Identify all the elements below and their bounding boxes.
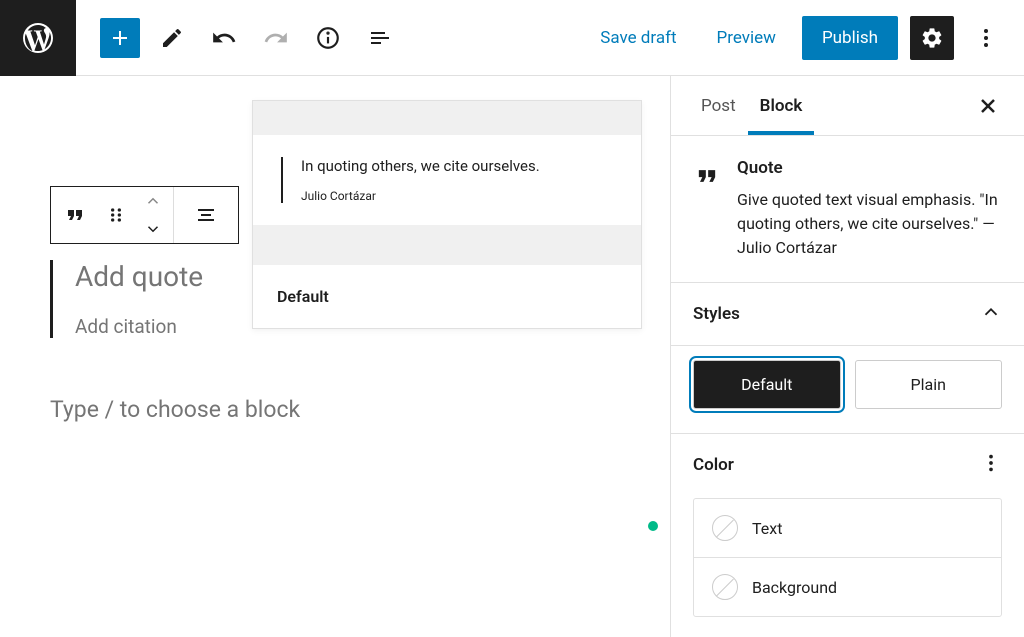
preview-quote: In quoting others, we cite ourselves. Ju… [281, 157, 613, 203]
style-preview-popover: In quoting others, we cite ourselves. Ju… [252, 100, 642, 329]
move-up-button[interactable] [133, 187, 173, 215]
top-toolbar: Save draft Preview Publish [0, 0, 1024, 76]
tools-button[interactable] [152, 18, 192, 58]
quote-icon [693, 158, 721, 260]
move-down-button[interactable] [133, 215, 173, 243]
color-panel-menu-button[interactable] [980, 452, 1002, 478]
quote-placeholder[interactable]: Add quote [75, 260, 203, 293]
publish-button[interactable]: Publish [802, 16, 898, 60]
preview-footer-gray [253, 225, 641, 265]
drag-handle-icon[interactable] [99, 187, 133, 243]
block-desc-text: Give quoted text visual emphasis. "In qu… [737, 188, 1002, 260]
chevron-up-icon [980, 301, 1002, 327]
styles-panel-body: Default Plain [671, 346, 1024, 434]
unsaved-indicator-icon [648, 521, 658, 531]
redo-button[interactable] [256, 18, 296, 58]
preview-button[interactable]: Preview [703, 18, 790, 58]
color-background-row[interactable]: Background [694, 558, 1001, 616]
paragraph-placeholder[interactable]: Type / to choose a block [50, 396, 300, 423]
close-sidebar-button[interactable] [970, 88, 1006, 124]
outline-button[interactable] [360, 18, 400, 58]
settings-sidebar: Post Block Quote Give quoted text visual… [670, 76, 1024, 637]
wordpress-logo[interactable] [0, 0, 76, 76]
preview-body: In quoting others, we cite ourselves. Ju… [253, 135, 641, 225]
quote-block[interactable]: Add quote Add citation [50, 260, 203, 338]
preview-quote-citation: Julio Cortázar [301, 189, 613, 203]
toolbar-left [76, 18, 400, 58]
main-area: In quoting others, we cite ourselves. Ju… [0, 76, 1024, 637]
color-text-row[interactable]: Text [694, 499, 1001, 558]
toolbar-right: Save draft Preview Publish [586, 16, 1024, 60]
styles-panel-header[interactable]: Styles [671, 283, 1024, 346]
settings-button[interactable] [910, 16, 954, 60]
text-color-swatch [712, 515, 738, 541]
background-color-swatch [712, 574, 738, 600]
info-button[interactable] [308, 18, 348, 58]
style-plain-button[interactable]: Plain [855, 360, 1003, 409]
add-block-button[interactable] [100, 18, 140, 58]
sidebar-tabs: Post Block [671, 76, 1024, 136]
undo-button[interactable] [204, 18, 244, 58]
save-draft-button[interactable]: Save draft [586, 18, 690, 58]
preview-header-gray [253, 101, 641, 135]
block-type-quote-icon[interactable] [51, 187, 99, 243]
more-menu-button[interactable] [966, 18, 1006, 58]
tab-block[interactable]: Block [748, 78, 815, 134]
block-title: Quote [737, 158, 1002, 178]
preview-quote-text: In quoting others, we cite ourselves. [301, 157, 613, 175]
citation-placeholder[interactable]: Add citation [75, 315, 203, 338]
editor-canvas: In quoting others, we cite ourselves. Ju… [0, 76, 670, 637]
color-panel-header: Color [671, 434, 1024, 486]
color-list: Text Background [693, 498, 1002, 617]
block-description: Quote Give quoted text visual emphasis. … [671, 136, 1024, 283]
tab-post[interactable]: Post [689, 78, 748, 134]
preview-style-label: Default [253, 265, 641, 328]
align-button[interactable] [174, 187, 238, 243]
block-toolbar [50, 186, 239, 244]
style-default-button[interactable]: Default [693, 360, 841, 409]
